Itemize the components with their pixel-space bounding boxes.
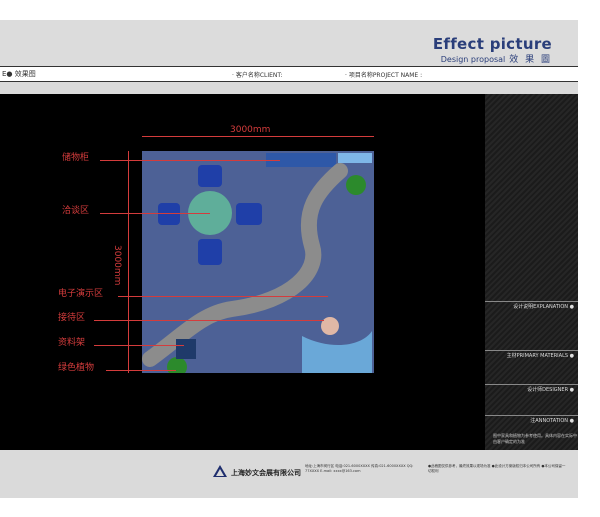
company-logo-icon [213,465,227,477]
company-name: 上海妙文会展有限公司 [231,469,301,477]
company-address: 地址:上海市闵行区 电话:021-6000XXXX 传真:021-6000XXX… [305,464,414,473]
title-sub: Design proposal 效 果 圖 [441,52,552,65]
sidebar-designer: 设计师DESIGNER ● [485,384,578,393]
title-sub-en: Design proposal [440,55,506,64]
chair-bottom [198,239,222,265]
sidebar-materials: 主材PRIMARY MATERIALS ● [485,350,578,359]
callout-line-brochure [94,345,184,346]
annotation-text: 图中家具和植物为参考使用。具体内容在实际中由客户确定的为准 [493,433,577,444]
storage-cabinet-top [338,153,372,163]
callout-line-meeting [100,213,210,214]
info-bar: E● 效果图 · 客户名称CLIENT: · 项目名称PROJECT NAME … [0,66,578,82]
page-label: E● 效果图 [2,70,36,78]
title-sub-cn: 效 果 圖 [509,55,552,65]
chair-right [236,203,262,225]
chair-left [158,203,180,225]
title-main: Effect picture [432,35,552,53]
chair-top [198,165,222,187]
sidebar-annotation: 注ANNOTATION ● [485,415,578,424]
dimension-height-line [128,151,129,373]
plant-top-right [346,175,366,195]
floor-plan-drawing [142,151,374,377]
callout-line-presentation [118,296,328,297]
callout-brochure: 资料架 [58,338,86,348]
sidebar-explanation: 设计说明EXPLANATION ● [485,301,578,310]
dimension-height: 3000mm [112,245,122,286]
sidebar-panel: 设计说明EXPLANATION ● 主材PRIMARY MATERIALS ● … [485,94,578,450]
project-label: · 项目名称PROJECT NAME : [345,72,423,79]
callout-line-plants [106,370,176,371]
callout-reception: 接待区 [58,313,86,323]
brochure-rack [176,339,196,359]
callout-plants: 绿色植物 [58,363,95,373]
callout-storage: 储物柜 [62,153,90,163]
floor-plan [142,151,374,377]
dimension-width-line [142,136,374,137]
callout-presentation: 电子演示区 [58,289,104,299]
company-note: ●此稿图仅供参考，最终效果以现场为准 ●此设计方案版权归本公司所有 ●本公司保留… [428,464,566,473]
callout-meeting: 洽谈区 [62,206,90,216]
callout-line-reception [94,320,324,321]
client-label: · 客户名称CLIENT: [232,72,283,79]
dimension-width: 3000mm [230,125,271,135]
callout-line-storage [100,160,280,161]
